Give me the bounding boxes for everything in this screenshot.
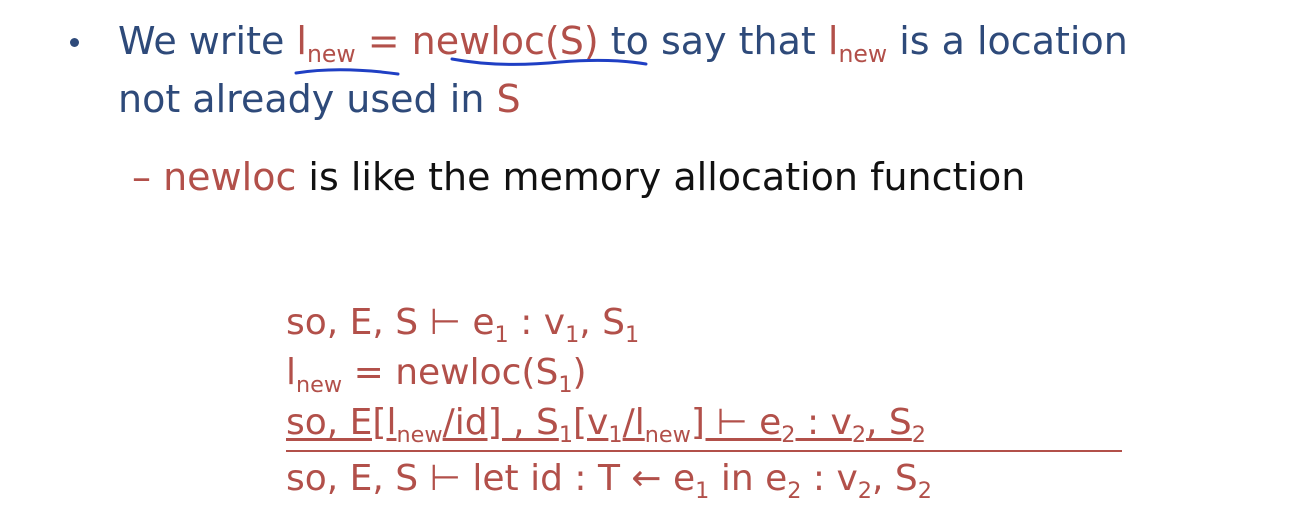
premise-3-c: [v <box>573 402 609 443</box>
lnew-subscript: new <box>306 40 356 69</box>
bullet-text-line2: not already used in <box>118 77 497 121</box>
equals-sign: = <box>355 19 412 63</box>
lnew2-subscript: new <box>838 40 888 69</box>
premise-1-c: , S <box>579 302 626 343</box>
premise-3-g: , S <box>866 402 912 443</box>
inference-rule: so, E, S ⊢ e1 : v1, S1 lnew = newloc(S1)… <box>286 298 1126 504</box>
premise-1-a: so, E, S ⊢ e <box>286 302 495 343</box>
premise-1-sub: 1 <box>625 321 640 348</box>
conclusion-c: : v <box>801 458 858 499</box>
premise-3: so, E[lnew/id] , S1[v1/lnew] ⊢ e2 : v2, … <box>286 398 1126 448</box>
bullet-text-we-write: We write <box>118 19 297 63</box>
premise-1-sub: 1 <box>494 321 509 348</box>
lnew-term-2: lnew <box>827 19 887 66</box>
bullet-dot-icon <box>70 38 79 47</box>
lnew-term: lnew <box>296 19 355 66</box>
premise-3-d: /l <box>622 402 645 443</box>
premise-2-c: ) <box>572 352 587 393</box>
premise-2-sub: new <box>296 371 343 398</box>
conclusion-sub: 2 <box>857 477 872 504</box>
sub-bullet: – newloc is like the memory allocation f… <box>132 148 1025 206</box>
conclusion-sub: 1 <box>695 477 710 504</box>
premise-3-a: so, E[l <box>286 402 397 443</box>
premise-1: so, E, S ⊢ e1 : v1, S1 <box>286 298 1126 348</box>
conclusion-sub: 2 <box>917 477 932 504</box>
premise-3-sub: 2 <box>851 421 867 448</box>
premise-1-sub: 1 <box>565 321 580 348</box>
conclusion-d: , S <box>871 458 918 499</box>
premise-3-sub: new <box>644 421 691 448</box>
premise-3-sub: 1 <box>608 421 623 448</box>
premise-3-f: : v <box>795 402 852 443</box>
conclusion-a: so, E, S ⊢ let id : T ← e <box>286 458 696 499</box>
sub-bullet-dash: – <box>132 155 164 199</box>
conclusion: so, E, S ⊢ let id : T ← e1 in e2 : v2, S… <box>286 454 1126 504</box>
premise-2: lnew = newloc(S1) <box>286 348 1126 398</box>
sub-bullet-text: is like the memory allocation function <box>296 155 1026 199</box>
newloc-s-term: newloc(S) <box>411 19 599 63</box>
premise-2-b: = newloc(S <box>342 352 559 393</box>
premise-1-b: : v <box>508 302 566 343</box>
slide: We write lnew = newloc(S) to say that ln… <box>0 0 1296 526</box>
sub-bullet-newloc: newloc <box>163 155 297 199</box>
premise-3-sub: 1 <box>558 421 574 448</box>
bullet-text-to-say: to say that <box>598 19 828 63</box>
main-bullet-text: We write lnew = newloc(S) to say that ln… <box>118 12 1128 128</box>
premise-3-sub: 2 <box>781 421 796 448</box>
lnew-l: l <box>296 19 307 63</box>
store-s-term: S <box>496 77 521 121</box>
bullet-text-is-location: is a location <box>887 19 1128 63</box>
lnew2-l: l <box>827 19 839 63</box>
premise-2-sub: 1 <box>558 371 573 398</box>
premise-3-sub: 2 <box>911 421 926 448</box>
premise-3-b: /id] , S <box>442 402 559 443</box>
premise-3-sub: new <box>396 421 443 448</box>
inference-bar <box>286 450 1122 452</box>
premise-3-e: ] ⊢ e <box>690 402 782 443</box>
conclusion-b: in e <box>709 458 788 499</box>
conclusion-sub: 2 <box>787 477 802 504</box>
premise-2-l: l <box>286 352 297 393</box>
